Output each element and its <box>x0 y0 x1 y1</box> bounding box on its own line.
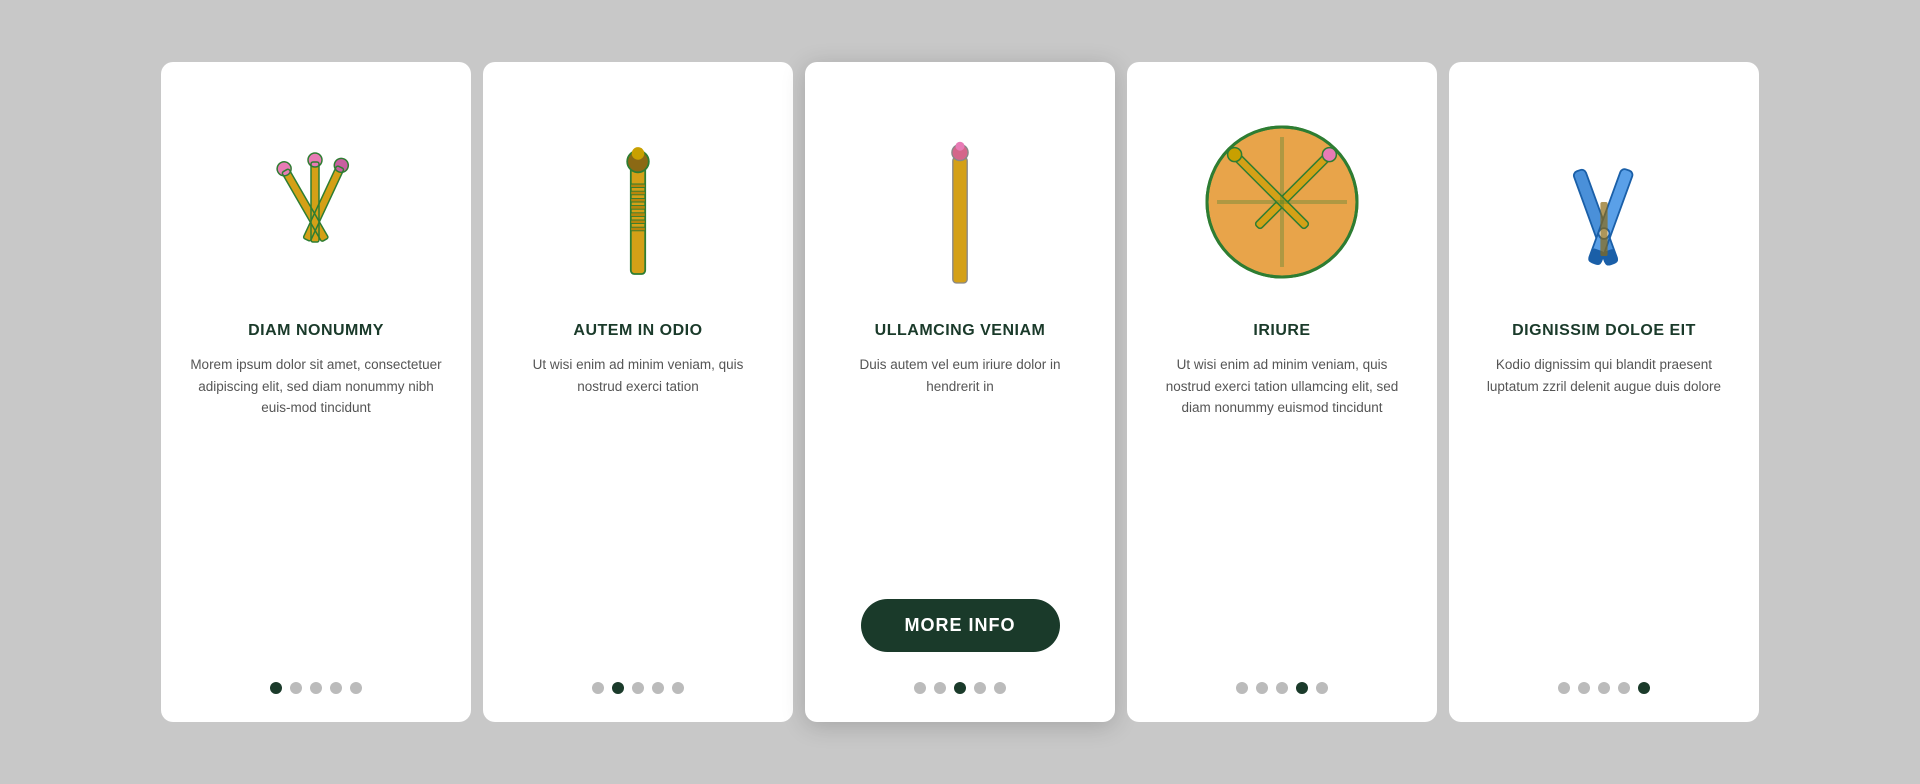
card-3-icon-area <box>833 92 1087 312</box>
card-4-title: IRIURE <box>1253 322 1310 340</box>
card-5-dots <box>1558 682 1650 694</box>
dot <box>350 682 362 694</box>
dot <box>1236 682 1248 694</box>
card-5-title: DIGNISSIM DOLOE EIT <box>1512 322 1696 340</box>
dot <box>934 682 946 694</box>
dot <box>994 682 1006 694</box>
no-fire-sign-icon <box>1197 117 1367 287</box>
card-2: AUTEM IN ODIO Ut wisi enim ad minim veni… <box>483 62 793 722</box>
card-5-icon-area <box>1477 92 1731 312</box>
dot <box>1578 682 1590 694</box>
dot <box>914 682 926 694</box>
dot <box>652 682 664 694</box>
dot-active <box>1638 682 1650 694</box>
match-stick-icon <box>930 112 990 292</box>
dot <box>1316 682 1328 694</box>
card-4: IRIURE Ut wisi enim ad minim veniam, qui… <box>1127 62 1437 722</box>
card-1-dots <box>270 682 362 694</box>
card-2-icon-area <box>511 92 765 312</box>
dot <box>1256 682 1268 694</box>
scissors-blue-icon <box>1534 112 1674 292</box>
card-1-icon-area <box>189 92 443 312</box>
card-4-body: Ut wisi enim ad minim veniam, quis nostr… <box>1155 354 1409 660</box>
card-3-dots <box>914 682 1006 694</box>
card-1: DIAM NONUMMY Morem ipsum dolor sit amet,… <box>161 62 471 722</box>
card-2-body: Ut wisi enim ad minim veniam, quis nostr… <box>511 354 765 660</box>
dot-active <box>612 682 624 694</box>
card-5-body: Kodio dignissim qui blandit praesent lup… <box>1477 354 1731 660</box>
dot <box>1276 682 1288 694</box>
card-4-icon-area <box>1155 92 1409 312</box>
dot <box>632 682 644 694</box>
dot <box>974 682 986 694</box>
card-2-title: AUTEM IN ODIO <box>573 322 702 340</box>
dot <box>1598 682 1610 694</box>
dot <box>1558 682 1570 694</box>
dot <box>310 682 322 694</box>
dot <box>672 682 684 694</box>
card-1-title: DIAM NONUMMY <box>248 322 384 340</box>
dot <box>290 682 302 694</box>
card-3: ULLAMCING VENIAM Duis autem vel eum iriu… <box>805 62 1115 722</box>
dot <box>1618 682 1630 694</box>
card-2-dots <box>592 682 684 694</box>
card-4-dots <box>1236 682 1328 694</box>
card-3-body: Duis autem vel eum iriure dolor in hendr… <box>833 354 1087 581</box>
card-1-body: Morem ipsum dolor sit amet, consectetuer… <box>189 354 443 660</box>
dot-active <box>1296 682 1308 694</box>
matches-bunch-icon <box>236 122 396 282</box>
cards-container: DIAM NONUMMY Morem ipsum dolor sit amet,… <box>101 22 1819 762</box>
dot-active <box>270 682 282 694</box>
dot <box>330 682 342 694</box>
card-5: DIGNISSIM DOLOE EIT Kodio dignissim qui … <box>1449 62 1759 722</box>
match-tool-icon <box>578 112 698 292</box>
dot-active <box>954 682 966 694</box>
more-info-button[interactable]: MORE INFO <box>861 599 1060 652</box>
card-3-title: ULLAMCING VENIAM <box>875 322 1046 340</box>
dot <box>592 682 604 694</box>
